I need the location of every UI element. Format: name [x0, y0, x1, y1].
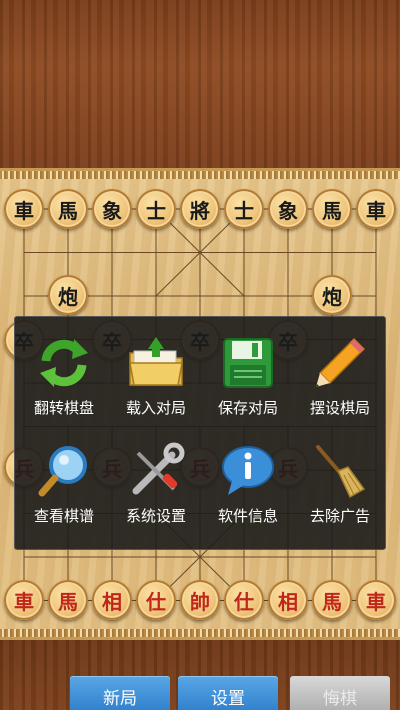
- menu-label-flip-board: 翻转棋盘: [33, 399, 94, 417]
- black-advisor-piece[interactable]: 士: [224, 189, 264, 229]
- floppy-disk-icon: [223, 338, 273, 388]
- menu-item-remove-ads[interactable]: 去除广告: [295, 433, 385, 533]
- menu-item-flip-board[interactable]: 翻转棋盘: [19, 325, 109, 425]
- red-horse-piece[interactable]: 馬: [312, 580, 352, 620]
- menu-item-view-records[interactable]: 查看棋谱: [19, 433, 109, 533]
- menu-item-setup-board[interactable]: 摆设棋局: [295, 325, 385, 425]
- red-horse-piece[interactable]: 馬: [48, 580, 88, 620]
- magnifier-icon: [38, 446, 87, 497]
- black-horse-piece[interactable]: 馬: [48, 189, 88, 229]
- refresh-arrows-icon: [40, 339, 88, 387]
- black-cannon-piece[interactable]: 炮: [312, 275, 352, 315]
- menu-item-save-game[interactable]: 保存对局: [203, 325, 293, 425]
- menu-label-setup-board: 摆设棋局: [309, 399, 370, 417]
- broom-icon: [316, 445, 366, 499]
- menu-item-software-info[interactable]: 软件信息: [203, 433, 293, 533]
- menu-label-save-game: 保存对局: [217, 399, 278, 417]
- red-advisor-piece[interactable]: 仕: [136, 580, 176, 620]
- menu-label-view-records: 查看棋谱: [33, 507, 94, 525]
- menu-label-system-settings: 系统设置: [125, 507, 186, 525]
- black-elephant-piece[interactable]: 象: [268, 189, 308, 229]
- menu-item-load-game[interactable]: 载入对局: [111, 325, 201, 425]
- info-icon: [222, 446, 274, 495]
- red-chariot-piece[interactable]: 車: [4, 580, 44, 620]
- black-general-piece[interactable]: 將: [180, 189, 220, 229]
- settings-button[interactable]: 设置: [178, 676, 278, 710]
- red-chariot-piece[interactable]: 車: [356, 580, 396, 620]
- folder-upload-icon: [129, 337, 183, 386]
- red-advisor-piece[interactable]: 仕: [224, 580, 264, 620]
- black-advisor-piece[interactable]: 士: [136, 189, 176, 229]
- menu-item-system-settings[interactable]: 系统设置: [111, 433, 201, 533]
- black-cannon-piece[interactable]: 炮: [48, 275, 88, 315]
- game-menu-overlay: 翻转棋盘 载入对局 保存对局 摆设棋局 查看棋谱 系统设置 软件信息 去除广告: [14, 316, 386, 550]
- menu-label-load-game: 载入对局: [125, 399, 186, 417]
- menu-label-remove-ads: 去除广告: [309, 507, 370, 525]
- undo-button[interactable]: 悔棋: [290, 676, 390, 710]
- black-horse-piece[interactable]: 馬: [312, 189, 352, 229]
- wood-header-background: [0, 0, 400, 168]
- black-chariot-piece[interactable]: 車: [356, 189, 396, 229]
- red-general-piece[interactable]: 帥: [180, 580, 220, 620]
- red-elephant-piece[interactable]: 相: [92, 580, 132, 620]
- pencil-icon: [316, 337, 366, 387]
- new-game-button[interactable]: 新局: [70, 676, 170, 710]
- black-chariot-piece[interactable]: 車: [4, 189, 44, 229]
- black-elephant-piece[interactable]: 象: [92, 189, 132, 229]
- tools-icon: [132, 442, 185, 495]
- red-elephant-piece[interactable]: 相: [268, 580, 308, 620]
- menu-label-software-info: 软件信息: [217, 507, 278, 525]
